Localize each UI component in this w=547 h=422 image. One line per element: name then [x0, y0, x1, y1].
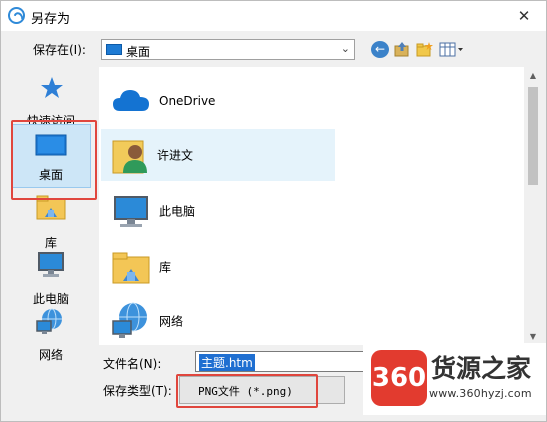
network-icon — [36, 308, 62, 334]
save-as-dialog: 另存为 ✕ 保存在(I): 桌面 ⌄ ← 快速访问 桌面 库 此电脑 网络 On… — [0, 0, 547, 422]
scroll-up-button[interactable]: ▲ — [524, 67, 542, 84]
view-menu-button[interactable] — [439, 41, 465, 58]
save-in-value: 桌面 — [126, 45, 151, 59]
list-item[interactable]: OneDrive — [103, 75, 333, 127]
nav-item-label: 网络 — [38, 348, 63, 362]
list-item[interactable]: 此电脑 — [103, 185, 333, 237]
save-in-label: 保存在(I): — [33, 43, 86, 57]
highlight-box — [11, 120, 97, 200]
watermark-name: 货源之家 — [431, 354, 532, 383]
file-name: 库 — [159, 260, 172, 275]
close-button[interactable]: ✕ — [502, 1, 546, 31]
chevron-down-icon: ⌄ — [340, 42, 350, 55]
computer-icon — [38, 252, 64, 277]
new-folder-button[interactable] — [416, 41, 434, 58]
up-folder-button[interactable] — [393, 41, 411, 58]
nav-item-network[interactable]: 网络 — [11, 303, 91, 367]
title-bar: 另存为 ✕ — [1, 1, 546, 31]
highlight-box — [176, 374, 318, 408]
network-icon — [112, 302, 147, 338]
filename-value: 主题.htm — [199, 354, 255, 371]
file-name: 此电脑 — [159, 204, 196, 219]
filetype-label: 保存类型(T): — [103, 384, 172, 398]
file-name: 许进文 — [157, 148, 194, 163]
library-icon — [112, 252, 150, 284]
watermark-url: www.360hyzj.com — [429, 387, 532, 400]
filename-label: 文件名(N): — [103, 357, 162, 371]
nav-item-this-pc[interactable]: 此电脑 — [11, 247, 91, 311]
back-button[interactable]: ← — [371, 41, 389, 58]
computer-icon — [114, 196, 148, 227]
file-list: OneDrive 许进文 此电脑 库 网络 — [99, 67, 524, 345]
list-item[interactable]: 库 — [103, 241, 333, 293]
star-icon — [41, 77, 63, 98]
scroll-thumb[interactable] — [528, 87, 538, 185]
desktop-icon — [106, 44, 122, 55]
watermark-badge: 360 — [371, 350, 427, 406]
list-item[interactable]: 许进文 — [101, 129, 335, 181]
vertical-scrollbar[interactable]: ▲ ▼ — [524, 67, 542, 345]
file-name: 网络 — [159, 314, 184, 329]
app-logo-icon — [8, 7, 25, 24]
dialog-title: 另存为 — [31, 12, 71, 27]
cloud-icon — [113, 90, 149, 111]
file-name: OneDrive — [159, 94, 216, 108]
nav-item-library[interactable]: 库 — [11, 191, 91, 255]
save-in-dropdown[interactable]: 桌面 ⌄ — [101, 39, 355, 60]
watermark: 360 货源之家 www.360hyzj.com — [363, 343, 546, 415]
list-item[interactable]: 网络 — [103, 295, 333, 347]
user-folder-icon — [112, 140, 147, 174]
